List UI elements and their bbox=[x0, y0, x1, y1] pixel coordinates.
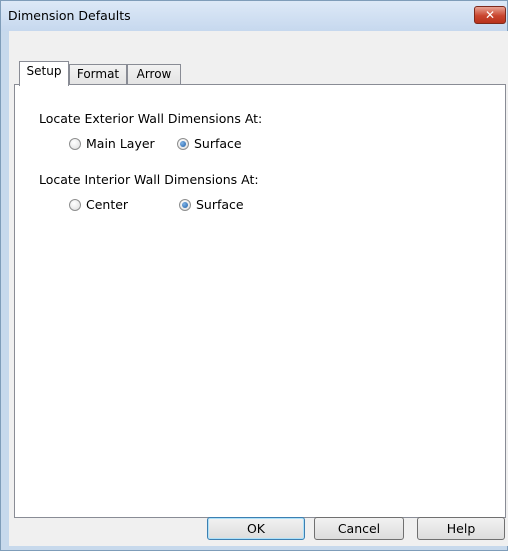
setup-tab-panel: Locate Exterior Wall Dimensions At: Main… bbox=[14, 84, 506, 518]
cancel-button[interactable]: Cancel bbox=[314, 517, 404, 540]
radio-interior-center-circle[interactable] bbox=[69, 198, 81, 211]
dialog-window: Dimension Defaults ✕ Setup Format Arrow … bbox=[0, 0, 508, 551]
radio-interior-center[interactable]: Center bbox=[69, 197, 128, 212]
dialog-client-area: Setup Format Arrow Locate Exterior Wall … bbox=[9, 31, 508, 546]
close-icon: ✕ bbox=[484, 8, 496, 22]
radio-interior-surface[interactable]: Surface bbox=[179, 197, 244, 212]
radio-interior-center-label: Center bbox=[86, 197, 129, 212]
window-title: Dimension Defaults bbox=[8, 8, 131, 23]
help-button[interactable]: Help bbox=[417, 517, 505, 540]
radio-exterior-main-layer[interactable]: Main Layer bbox=[69, 136, 155, 151]
radio-exterior-surface-circle[interactable] bbox=[177, 137, 189, 150]
tab-format-label: Format bbox=[76, 67, 120, 81]
tab-setup[interactable]: Setup bbox=[19, 61, 69, 86]
interior-wall-label: Locate Interior Wall Dimensions At: bbox=[39, 172, 259, 187]
title-bar[interactable]: Dimension Defaults ✕ bbox=[1, 1, 507, 31]
radio-exterior-surface[interactable]: Surface bbox=[177, 136, 242, 151]
radio-exterior-main-layer-circle[interactable] bbox=[69, 137, 81, 150]
tab-arrow-label: Arrow bbox=[136, 67, 172, 81]
radio-interior-surface-circle[interactable] bbox=[179, 198, 191, 211]
close-button[interactable]: ✕ bbox=[474, 6, 506, 24]
tab-setup-label: Setup bbox=[26, 64, 62, 78]
tab-format[interactable]: Format bbox=[69, 64, 127, 85]
radio-exterior-main-layer-label: Main Layer bbox=[86, 136, 155, 151]
radio-interior-surface-label: Surface bbox=[196, 197, 244, 212]
ok-button[interactable]: OK bbox=[207, 517, 305, 540]
tab-arrow[interactable]: Arrow bbox=[127, 64, 181, 85]
radio-exterior-surface-label: Surface bbox=[194, 136, 242, 151]
exterior-wall-label: Locate Exterior Wall Dimensions At: bbox=[39, 111, 263, 126]
